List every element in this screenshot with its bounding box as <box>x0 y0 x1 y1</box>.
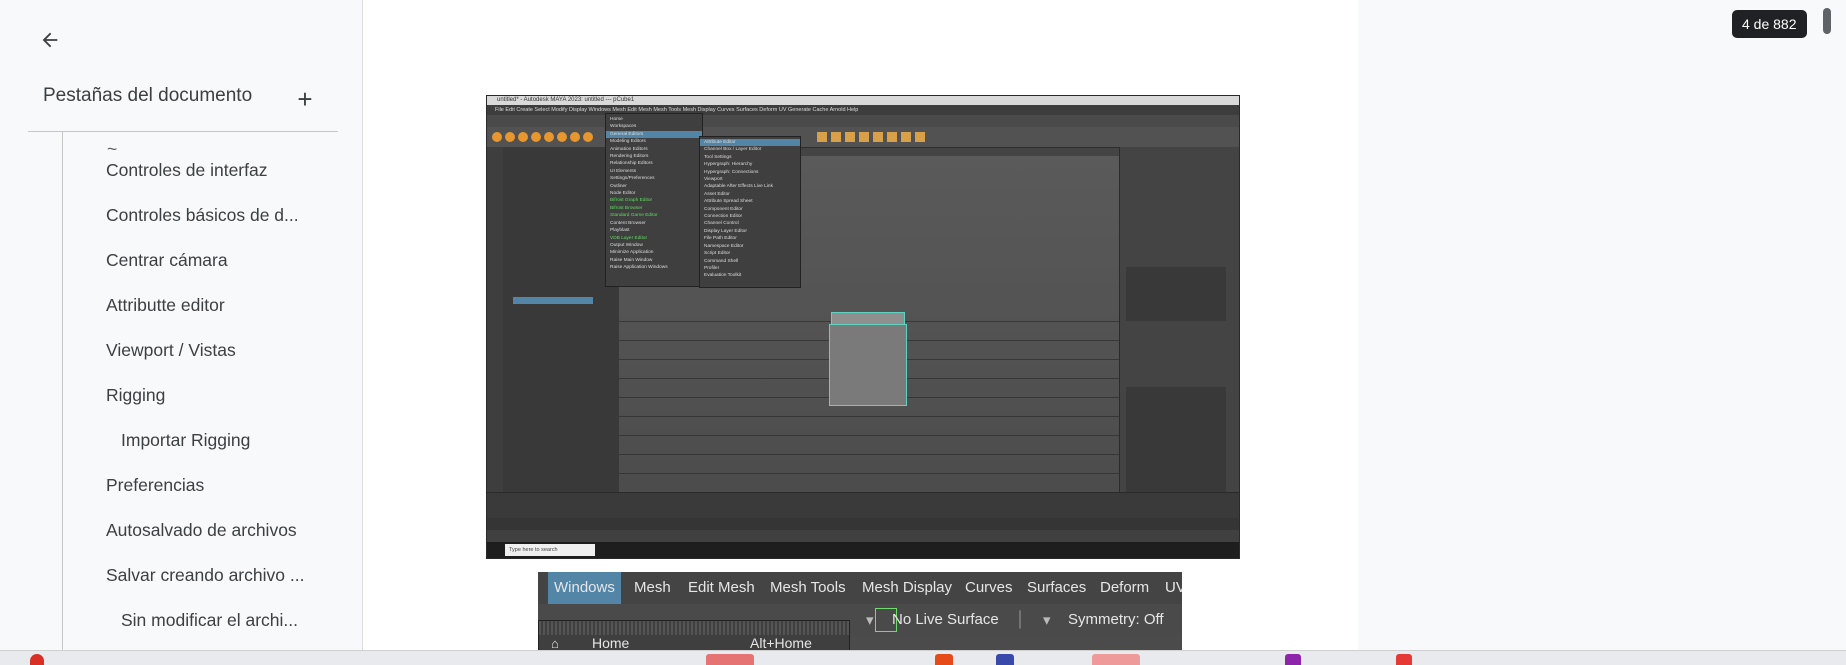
taskbar-app-icon <box>935 654 953 665</box>
page-indicator: 4 de 882 <box>1732 10 1807 38</box>
document-tabs-sidebar: Pestañas del documento + ―――――――――――――― … <box>0 0 362 650</box>
maya-range-slider <box>487 518 1239 530</box>
scrollbar-thumb[interactable] <box>1823 8 1831 34</box>
maya-title-bar: untitled* - Autodesk MAYA 2023: untitled… <box>487 96 1239 105</box>
outline-item[interactable]: Viewport / Vistas <box>106 340 236 361</box>
outline-item[interactable]: Attributte editor <box>106 295 225 316</box>
maya-timeline <box>487 492 1239 519</box>
crop-menu-edit-mesh: Edit Mesh <box>688 579 755 596</box>
outline-item[interactable]: Importar Rigging <box>121 430 250 451</box>
maya-command-line <box>487 530 1239 542</box>
crop-menu-deform: Deform <box>1100 579 1150 596</box>
maya-general-editors-submenu: Attribute Editor Channel Box / Layer Edi… <box>699 136 801 288</box>
outline-item[interactable]: Centrar cámara <box>106 250 228 271</box>
add-tab-button[interactable]: + <box>292 84 318 114</box>
crop-menu-windows: Windows <box>548 572 621 604</box>
crop-menu-mesh: Mesh <box>634 579 671 596</box>
crop-live-surface: No Live Surface <box>892 611 999 628</box>
taskbar-app-icon <box>1285 654 1301 665</box>
outline-item[interactable]: Rigging <box>106 385 165 406</box>
crop-dropdown-arrow: ▾ <box>866 612 874 629</box>
crop-menu-surfaces: Surfaces <box>1027 579 1087 596</box>
tabs-header-title: Pestañas del documento <box>43 85 253 106</box>
outline-item[interactable]: Controles básicos de d... <box>106 205 299 226</box>
maya-channel-box <box>1119 147 1239 517</box>
outline-item[interactable]: Preferencias <box>106 475 204 496</box>
taskbar-search: Type here to search <box>505 544 595 556</box>
crop-menu-uv: UV <box>1165 579 1182 596</box>
crop-symmetry-arrow: ▾ <box>1043 612 1051 629</box>
back-button[interactable] <box>32 22 68 58</box>
taskbar-app-icon <box>1092 654 1140 665</box>
maya-screenshot-image: untitled* - Autodesk MAYA 2023: untitled… <box>486 95 1240 559</box>
right-margin <box>1358 0 1846 650</box>
home-icon: ⌂ <box>551 636 559 650</box>
notification-badge-icon <box>30 654 44 665</box>
crop-separator: │ <box>1016 611 1026 628</box>
taskbar-app-icon <box>706 654 754 665</box>
maya-shelf-icons <box>492 132 925 142</box>
outline-item-cutoff: ―――――――――――――― ~ <box>107 132 352 159</box>
windows-taskbar: Type here to search <box>487 542 1239 558</box>
taskbar-peek <box>0 650 1846 665</box>
maya-menu-bar: File Edit Create Select Modify Display W… <box>487 105 1239 115</box>
maya-shelf <box>487 127 1239 148</box>
outline-item[interactable]: Sin modificar el archi... <box>121 610 298 631</box>
maya-menu-crop-image: Windows Mesh Edit Mesh Mesh Tools Mesh D… <box>538 572 1182 650</box>
maya-outliner <box>503 147 620 492</box>
outline-item[interactable]: Salvar creando archivo ... <box>106 565 304 586</box>
maya-toolbox <box>487 147 503 517</box>
crop-menu-curves: Curves <box>965 579 1013 596</box>
outline-item[interactable]: Autosalvado de archivos <box>106 520 297 541</box>
arrow-left-icon <box>42 32 58 48</box>
crop-home-shortcut: Alt+Home <box>750 635 812 650</box>
crop-home-label: Home <box>592 635 630 650</box>
document-outline: ―――――――――――――― ~ Controles de interfaz C… <box>62 132 353 650</box>
outline-item[interactable]: Controles de interfaz <box>106 160 267 181</box>
crop-menu-bar: Windows Mesh Edit Mesh Mesh Tools Mesh D… <box>538 572 1182 604</box>
taskbar-app-icon <box>996 654 1014 665</box>
taskbar-app-icon <box>1396 654 1412 665</box>
crop-menu-mesh-tools: Mesh Tools <box>770 579 846 596</box>
maya-windows-menu: Home Workspaces General Editors Modeling… <box>605 113 703 287</box>
crop-menu-mesh-display: Mesh Display <box>862 579 953 596</box>
crop-windows-dropdown: ⌂ Home Alt+Home <box>538 620 850 650</box>
crop-symmetry: Symmetry: Off <box>1068 611 1164 628</box>
